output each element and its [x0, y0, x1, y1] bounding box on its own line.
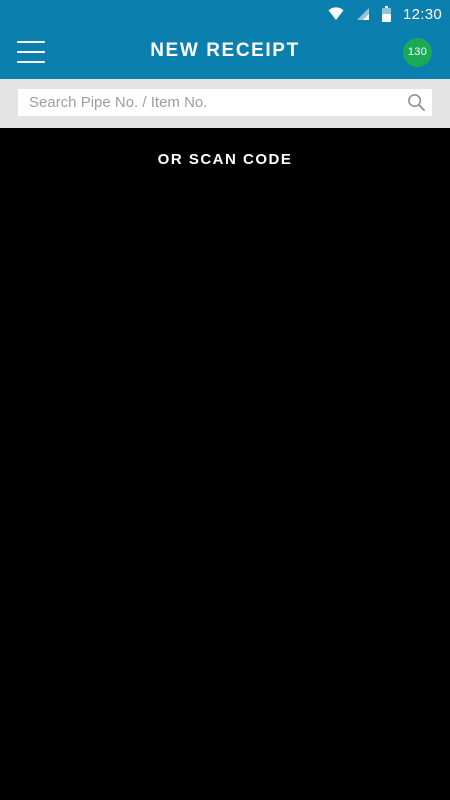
camera-scan-area[interactable]: OR SCAN CODE	[0, 128, 450, 800]
wifi-icon	[328, 7, 344, 20]
search-box	[18, 89, 432, 116]
search-section	[0, 79, 450, 128]
scan-code-label: OR SCAN CODE	[157, 151, 293, 168]
search-input[interactable]	[18, 89, 398, 116]
status-time: 12:30	[402, 5, 442, 23]
search-icon[interactable]	[407, 93, 426, 112]
cellular-signal-icon	[356, 8, 369, 20]
app-bar: NEW RECEIPT 130	[0, 28, 450, 79]
count-badge[interactable]: 130	[403, 38, 432, 67]
page-title: NEW RECEIPT	[150, 40, 300, 61]
status-bar: 12:30	[0, 0, 450, 28]
status-icons: 12:30	[328, 0, 442, 28]
battery-icon	[381, 6, 391, 22]
